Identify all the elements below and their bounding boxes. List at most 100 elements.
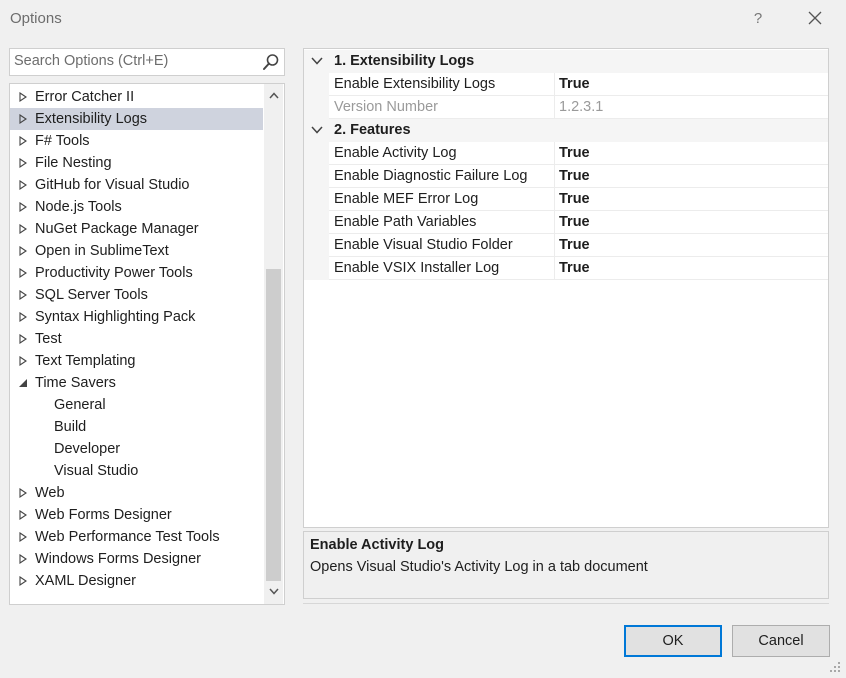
- close-button[interactable]: [802, 6, 828, 32]
- column-divider: [554, 211, 555, 234]
- collapsed-triangle-icon[interactable]: [18, 174, 28, 196]
- property-name: Enable Activity Log: [334, 145, 457, 161]
- tree-item[interactable]: Node.js Tools: [10, 196, 263, 218]
- tree-item-label: Visual Studio: [54, 463, 139, 479]
- tree-item[interactable]: XAML Designer: [10, 570, 263, 592]
- property-value[interactable]: True: [559, 191, 590, 207]
- property-value[interactable]: True: [559, 168, 590, 184]
- collapsed-triangle-icon[interactable]: [18, 218, 28, 240]
- collapsed-triangle-icon[interactable]: [18, 526, 28, 548]
- collapsed-triangle-icon[interactable]: [18, 504, 28, 526]
- property-grid[interactable]: 1. Extensibility Logs Enable Extensibilit…: [303, 48, 829, 528]
- tree-item[interactable]: NuGet Package Manager: [10, 218, 263, 240]
- tree-item[interactable]: GitHub for Visual Studio: [10, 174, 263, 196]
- property-row[interactable]: Enable Path Variables True: [304, 211, 828, 234]
- property-row[interactable]: Enable Diagnostic Failure Log True: [304, 165, 828, 188]
- column-divider: [554, 142, 555, 165]
- property-value[interactable]: True: [559, 237, 590, 253]
- column-divider: [554, 188, 555, 211]
- collapsed-triangle-icon[interactable]: [18, 306, 28, 328]
- tree-item-label: Web Forms Designer: [35, 507, 172, 523]
- tree-item-label: Web: [35, 485, 65, 501]
- collapsed-triangle-icon[interactable]: [18, 328, 28, 350]
- property-name: Enable Extensibility Logs: [334, 76, 496, 92]
- scroll-down-button[interactable]: [264, 582, 283, 602]
- category-label: 2. Features: [334, 122, 411, 138]
- tree-item[interactable]: Web: [10, 482, 263, 504]
- tree-item[interactable]: SQL Server Tools: [10, 284, 263, 306]
- tree-scrollbar[interactable]: [264, 84, 283, 604]
- tree-item[interactable]: Syntax Highlighting Pack: [10, 306, 263, 328]
- description-text: Opens Visual Studio's Activity Log in a …: [310, 559, 648, 575]
- tree-item-label: GitHub for Visual Studio: [35, 177, 190, 193]
- property-name: Version Number: [334, 99, 438, 115]
- collapsed-triangle-icon[interactable]: [18, 240, 28, 262]
- collapsed-triangle-icon[interactable]: [18, 350, 28, 372]
- tree-item[interactable]: Time Savers: [10, 372, 263, 394]
- collapsed-triangle-icon[interactable]: [18, 108, 28, 130]
- tree-child-item[interactable]: Build: [10, 416, 263, 438]
- row-gutter: [304, 211, 329, 234]
- column-divider: [554, 73, 555, 96]
- tree-item[interactable]: Productivity Power Tools: [10, 262, 263, 284]
- tree-item-label: Build: [54, 419, 87, 435]
- tree-item-label: Error Catcher II: [35, 89, 135, 105]
- options-tree[interactable]: Error Catcher II Extensibility Logs F# Too…: [9, 83, 285, 605]
- property-row[interactable]: Enable VSIX Installer Log True: [304, 257, 828, 280]
- tree-item-label: Developer: [54, 441, 121, 457]
- row-gutter: [304, 73, 329, 96]
- ok-button[interactable]: OK: [624, 625, 722, 657]
- property-name: Enable VSIX Installer Log: [334, 260, 500, 276]
- collapsed-triangle-icon[interactable]: [18, 196, 28, 218]
- category-header[interactable]: 2. Features: [304, 119, 828, 142]
- chevron-down-icon[interactable]: [311, 125, 323, 135]
- property-value[interactable]: True: [559, 214, 590, 230]
- property-row[interactable]: Enable Activity Log True: [304, 142, 828, 165]
- search-input[interactable]: [14, 51, 254, 71]
- tree-item[interactable]: Extensibility Logs: [10, 108, 263, 130]
- property-value[interactable]: True: [559, 260, 590, 276]
- tree-item[interactable]: Web Forms Designer: [10, 504, 263, 526]
- search-box[interactable]: [9, 48, 285, 76]
- resize-grip-icon[interactable]: [828, 660, 842, 674]
- collapsed-triangle-icon[interactable]: [18, 262, 28, 284]
- property-row[interactable]: Enable Extensibility Logs True: [304, 73, 828, 96]
- tree-item[interactable]: Windows Forms Designer: [10, 548, 263, 570]
- collapsed-triangle-icon[interactable]: [18, 152, 28, 174]
- category-header[interactable]: 1. Extensibility Logs: [304, 50, 828, 73]
- collapsed-triangle-icon[interactable]: [18, 482, 28, 504]
- property-value: 1.2.3.1: [559, 99, 604, 115]
- tree-item-label: XAML Designer: [35, 573, 137, 589]
- row-gutter: [304, 96, 329, 119]
- scroll-up-button[interactable]: [264, 86, 283, 106]
- scroll-thumb[interactable]: [266, 269, 281, 581]
- search-icon[interactable]: [262, 53, 280, 71]
- tree-child-item[interactable]: Developer: [10, 438, 263, 460]
- chevron-down-icon[interactable]: [311, 56, 323, 66]
- collapsed-triangle-icon[interactable]: [18, 548, 28, 570]
- cancel-button[interactable]: Cancel: [732, 625, 830, 657]
- tree-item[interactable]: File Nesting: [10, 152, 263, 174]
- property-row[interactable]: Enable MEF Error Log True: [304, 188, 828, 211]
- tree-item[interactable]: F# Tools: [10, 130, 263, 152]
- collapsed-triangle-icon[interactable]: [18, 570, 28, 592]
- expanded-triangle-icon[interactable]: [18, 372, 28, 394]
- column-divider: [554, 234, 555, 257]
- tree-child-item[interactable]: Visual Studio: [10, 460, 263, 482]
- tree-item[interactable]: Web Performance Test Tools: [10, 526, 263, 548]
- property-value[interactable]: True: [559, 145, 590, 161]
- collapsed-triangle-icon[interactable]: [18, 86, 28, 108]
- tree-child-item[interactable]: General: [10, 394, 263, 416]
- options-navigation-pane: Error Catcher II Extensibility Logs F# Too…: [9, 48, 285, 605]
- property-row[interactable]: Enable Visual Studio Folder True: [304, 234, 828, 257]
- help-button[interactable]: ?: [745, 6, 771, 32]
- property-row[interactable]: Version Number 1.2.3.1: [304, 96, 828, 119]
- collapsed-triangle-icon[interactable]: [18, 284, 28, 306]
- collapsed-triangle-icon[interactable]: [18, 130, 28, 152]
- tree-item[interactable]: Open in SublimeText: [10, 240, 263, 262]
- property-value[interactable]: True: [559, 76, 590, 92]
- tree-item[interactable]: Error Catcher II: [10, 86, 263, 108]
- tree-item[interactable]: Test: [10, 328, 263, 350]
- close-icon: [808, 11, 822, 25]
- tree-item[interactable]: Text Templating: [10, 350, 263, 372]
